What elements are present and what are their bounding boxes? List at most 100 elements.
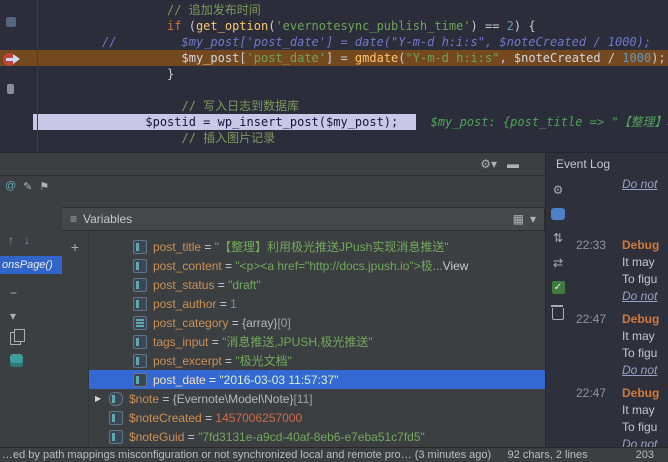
variable-value: "7fd3131e-a9cd-40af-8eb6-e7eba51c7fd5" — [198, 429, 425, 444]
event-message-line: To figu — [622, 420, 658, 434]
hide-panel-icon[interactable]: ▬ — [507, 157, 519, 171]
equals-sign: = — [201, 239, 215, 254]
copy-icon[interactable] — [10, 329, 25, 345]
code-editor[interactable]: // 追加发布时间 if (get_option('evernotesync_p… — [0, 0, 668, 152]
code-token: $noteCreated — [513, 51, 601, 65]
variable-row[interactable]: post_content = "<p><a href="http://docs.… — [89, 256, 545, 275]
event-log-entries[interactable]: Do not 22:33 Debug It may To figu Do not 22:47… — [570, 175, 668, 447]
variable-name: post_category — [153, 315, 229, 330]
variable-row[interactable]: post_title = "【整理】利用极光推送JPush实现消息推送" — [89, 237, 545, 256]
equals-sign: = — [208, 334, 223, 349]
memory-view-icon[interactable] — [10, 354, 23, 367]
frame-method-label: onsPage() — [2, 259, 53, 271]
mark-all-read-icon[interactable]: ✓ — [551, 281, 565, 294]
event-log-toolbar: ⚙ ⇅ ⇄ ✓ — [546, 175, 570, 447]
code-line[interactable]: // 写入日志到数据库 — [37, 98, 668, 114]
variable-value: "2016-03-03 11:57:37" — [219, 372, 339, 387]
variable-row[interactable]: post_date = "2016-03-03 11:57:37" — [89, 370, 545, 389]
tag-icon[interactable]: ⚑ — [39, 180, 49, 193]
event-message-line[interactable]: Do not — [576, 288, 668, 305]
variable-value: {array} — [242, 315, 278, 330]
variable-row[interactable]: ▶ $note = {Evernote\Model\Note} [11] — [89, 389, 545, 408]
variable-row[interactable]: post_category = {array} [0] — [89, 313, 545, 332]
code-token: "Y-m-d h:i:s" — [405, 51, 500, 65]
debug-toolbar: ⚙▾ ▬ Event Log — [0, 153, 668, 176]
status-message[interactable]: …ed by path mappings misconfiguration or… — [2, 449, 508, 461]
code-line[interactable]: $postid = wp_insert_post($my_post); $my_… — [33, 114, 668, 130]
add-watch-icon[interactable]: + — [71, 239, 79, 255]
variables-header[interactable]: ≡ Variables ▦ ▾ — [62, 207, 545, 231]
gear-glyph: ⚙ — [480, 157, 491, 171]
variables-tree[interactable]: post_title = "【整理】利用极光推送JPush实现消息推送" post… — [89, 231, 545, 447]
event-message-line: Debug — [622, 312, 660, 326]
variable-value: "draft" — [228, 277, 261, 292]
code-line[interactable] — [37, 82, 668, 98]
equals-sign: = — [159, 391, 173, 406]
execution-line-highlight: $postid = wp_insert_post($my_post); — [33, 114, 417, 130]
event-log-partial-line[interactable]: Do not — [576, 177, 668, 192]
editor-gutter[interactable] — [0, 0, 38, 152]
expand-all-icon[interactable]: ▾ — [10, 309, 16, 323]
code-token: // 写入日志到数据库 — [181, 99, 300, 113]
code-token: } — [37, 67, 175, 81]
execution-pointer-icon — [6, 58, 13, 61]
equals-sign: = — [221, 353, 236, 368]
caret-position[interactable]: 203 — [636, 449, 654, 461]
frame-up-icon[interactable]: ↑ — [8, 233, 14, 247]
event-log-row: 22:47 Debug — [576, 385, 668, 402]
code-line[interactable]: if (get_option('evernotesync_publish_tim… — [37, 18, 668, 34]
code-line[interactable]: } — [37, 66, 668, 82]
event-message-line[interactable]: Do not — [576, 436, 668, 447]
variable-value: View — [442, 258, 469, 273]
scroll-to-end-icon[interactable]: ⇅ — [553, 231, 563, 245]
code-token: 'post_date' — [246, 51, 327, 65]
event-log-entry: 22:47 Debug It may To figu Do not — [576, 311, 668, 379]
expand-arrow-icon[interactable]: ▶ — [95, 394, 109, 403]
code-line[interactable]: $my_post['post_date'] = gmdate("Y-m-d h:… — [0, 50, 668, 66]
chevron-down-icon: ▾ — [490, 157, 497, 171]
settings-gear-icon[interactable]: ⚙▾ — [480, 157, 497, 171]
frames-selected-item[interactable]: onsPage() — [0, 256, 62, 274]
event-message-line: It may — [622, 403, 655, 417]
execution-pointer-arrow-icon — [13, 54, 20, 64]
code-line[interactable]: // $my_post['post_date'] = date("Y-m-d h… — [37, 34, 668, 50]
ide-window: // 追加发布时间 if (get_option('evernotesync_p… — [0, 0, 668, 462]
edit-watches-icon[interactable]: ✎ — [23, 180, 32, 193]
code-line[interactable]: // 追加发布时间 — [37, 2, 668, 18]
inline-debugger-hint: $my_post: {post_title => "【整理】利 — [416, 115, 668, 129]
variable-row[interactable]: post_author = 1 — [89, 294, 545, 313]
swap-icon[interactable]: ⇄ — [553, 256, 563, 270]
header-chevron-icon[interactable]: ▾ — [530, 212, 536, 226]
remove-icon[interactable]: − — [10, 286, 17, 300]
code-token: // 插入图片记录 — [181, 131, 276, 145]
variable-row[interactable]: tags_input = "消息推送,JPUSH,极光推送" — [89, 332, 545, 351]
variables-title: Variables — [83, 212, 133, 226]
variable-row[interactable]: $noteGuid = "7fd3131e-a9cd-40af-8eb6-e7e… — [89, 427, 545, 446]
code-line[interactable]: // 插入图片记录 — [37, 130, 668, 146]
mute-breakpoints-icon[interactable]: @ — [5, 180, 16, 193]
event-log-settings-icon[interactable]: ⚙ — [553, 183, 564, 197]
variable-value: [11] — [293, 391, 313, 406]
layout-icon[interactable]: ▦ — [513, 212, 524, 226]
frames-toolbar: @ ✎ ⚑ — [0, 175, 62, 193]
equals-sign: = — [221, 258, 236, 273]
variable-type-icon — [133, 372, 147, 387]
clear-log-icon[interactable] — [551, 305, 564, 320]
frame-down-icon[interactable]: ↓ — [24, 233, 30, 247]
menu-icon[interactable]: ≡ — [70, 212, 77, 226]
balloon-notifications-icon[interactable] — [551, 208, 565, 220]
selection-info[interactable]: 92 chars, 2 lines — [508, 449, 588, 461]
code-token: 2 — [506, 19, 514, 33]
variable-row[interactable]: post_excerpt = "极光文档" — [89, 351, 545, 370]
code-lines[interactable]: // 追加发布时间 if (get_option('evernotesync_p… — [0, 2, 668, 146]
code-token: ) == — [470, 19, 507, 33]
code-token: if — [167, 19, 182, 33]
variable-type-icon — [109, 429, 123, 444]
event-message-line[interactable]: Do not — [576, 362, 668, 379]
equals-sign: = — [214, 277, 229, 292]
variable-name: post_date — [153, 372, 206, 387]
variable-row[interactable]: $noteCreated = 1457006257000 — [89, 408, 545, 427]
code-token: get_option — [195, 19, 269, 33]
variable-row[interactable]: post_status = "draft" — [89, 275, 545, 294]
